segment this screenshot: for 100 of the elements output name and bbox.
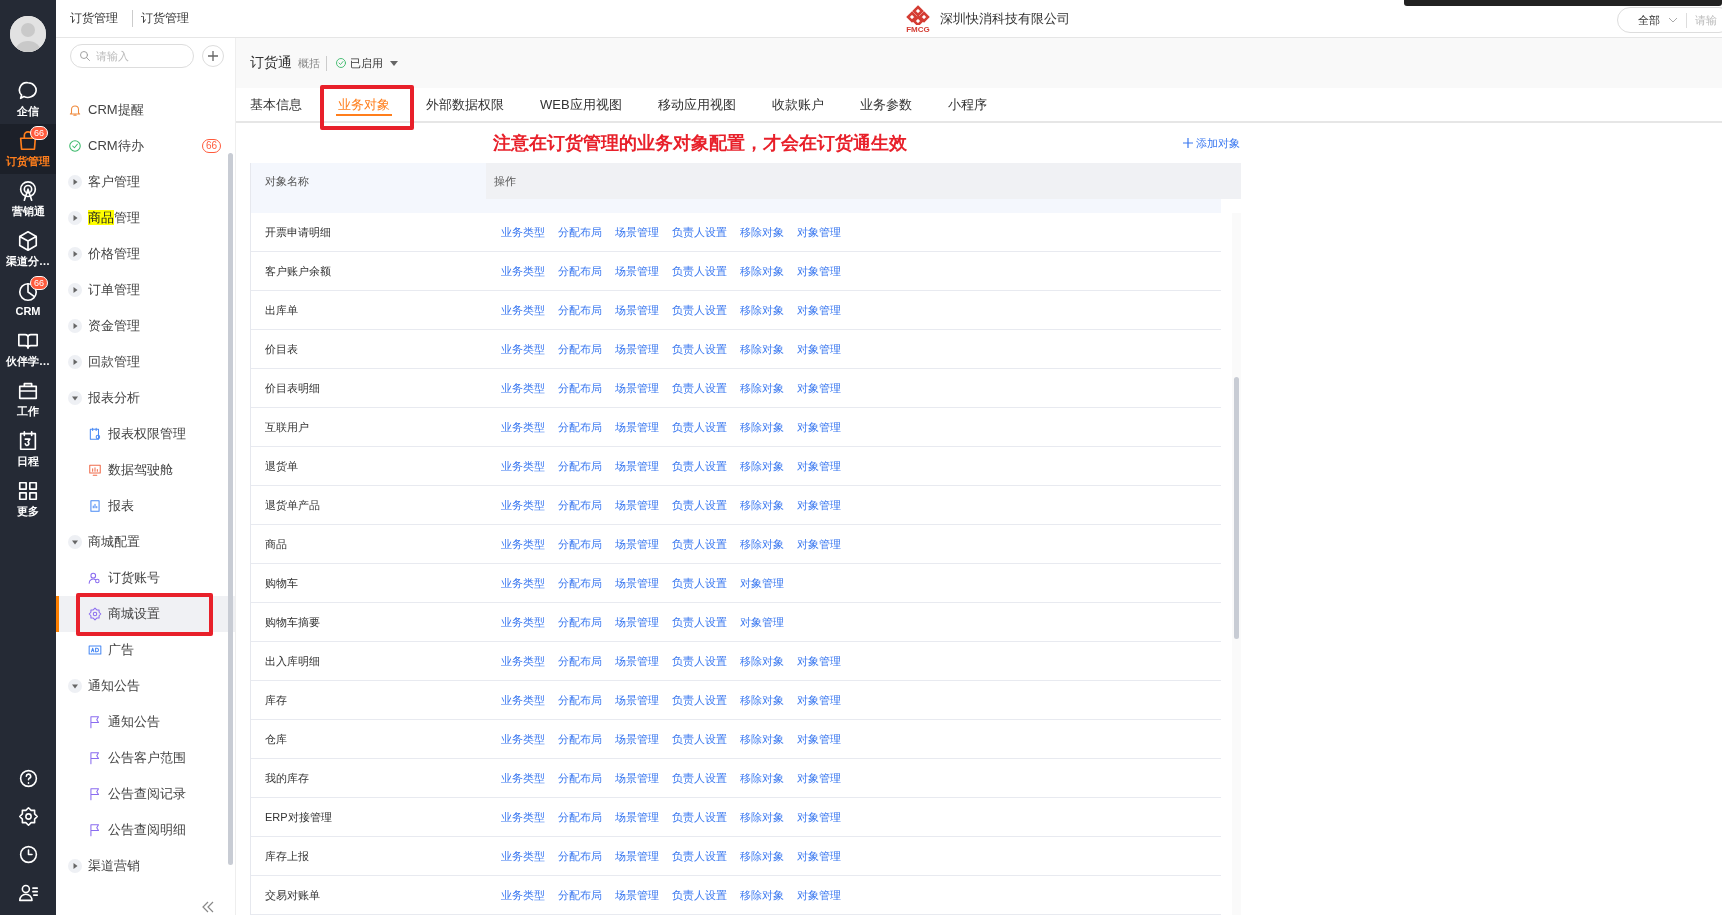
action-link[interactable]: 场景管理 [615, 887, 659, 903]
action-link[interactable]: 场景管理 [615, 224, 659, 240]
breadcrumb[interactable]: 订货管理 [132, 10, 189, 27]
action-link[interactable]: 对象管理 [797, 731, 841, 747]
nav-item[interactable]: 企信 [0, 74, 56, 124]
action-link[interactable]: 移除对象 [740, 419, 784, 435]
action-link[interactable]: 业务类型 [501, 887, 545, 903]
action-link[interactable]: 对象管理 [797, 302, 841, 318]
sidebar-item[interactable]: 资金管理 [56, 308, 235, 344]
action-link[interactable]: 移除对象 [740, 497, 784, 513]
action-link[interactable]: 业务类型 [501, 653, 545, 669]
caret-right-icon[interactable] [68, 319, 82, 333]
sidebar-item[interactable]: 回款管理 [56, 344, 235, 380]
action-link[interactable]: 分配布局 [558, 536, 602, 552]
action-link[interactable]: 分配布局 [558, 380, 602, 396]
nav-item[interactable]: 营销通 [0, 174, 56, 224]
action-link[interactable]: 负责人设置 [672, 224, 727, 240]
action-link[interactable]: 场景管理 [615, 302, 659, 318]
action-link[interactable]: 场景管理 [615, 497, 659, 513]
action-link[interactable]: 负责人设置 [672, 614, 727, 630]
action-link[interactable]: 负责人设置 [672, 692, 727, 708]
action-link[interactable]: 业务类型 [501, 224, 545, 240]
action-link[interactable]: 负责人设置 [672, 809, 727, 825]
action-link[interactable]: 场景管理 [615, 380, 659, 396]
tab[interactable]: 小程序 [929, 88, 1005, 121]
action-link[interactable]: 对象管理 [797, 770, 841, 786]
caret-right-icon[interactable] [68, 211, 82, 225]
action-link[interactable]: 负责人设置 [672, 887, 727, 903]
tab[interactable]: 基本信息 [250, 88, 320, 121]
action-link[interactable]: 对象管理 [797, 419, 841, 435]
add-button[interactable] [202, 45, 224, 67]
caret-right-icon[interactable] [68, 355, 82, 369]
sidebar-item[interactable]: 商品管理 [56, 200, 235, 236]
action-link[interactable]: 负责人设置 [672, 263, 727, 279]
action-link[interactable]: 对象管理 [797, 341, 841, 357]
action-link[interactable]: 业务类型 [501, 614, 545, 630]
caret-right-icon[interactable] [68, 859, 82, 873]
action-link[interactable]: 负责人设置 [672, 380, 727, 396]
action-link[interactable]: 对象管理 [740, 614, 784, 630]
action-link[interactable]: 场景管理 [615, 341, 659, 357]
tab[interactable]: 业务参数 [841, 88, 930, 121]
action-link[interactable]: 对象管理 [797, 809, 841, 825]
action-link[interactable]: 场景管理 [615, 731, 659, 747]
action-link[interactable]: 业务类型 [501, 770, 545, 786]
sidebar-item[interactable]: CRM提醒 [56, 92, 235, 128]
action-link[interactable]: 场景管理 [615, 419, 659, 435]
sidebar-item[interactable]: 通知公告 [56, 668, 235, 704]
tab[interactable]: 业务对象 [320, 88, 408, 121]
action-link[interactable]: 移除对象 [740, 809, 784, 825]
caret-down-icon[interactable] [68, 535, 82, 549]
action-link[interactable]: 对象管理 [740, 575, 784, 591]
contacts-icon[interactable] [17, 882, 39, 903]
collapse-icon[interactable] [201, 901, 215, 913]
action-link[interactable]: 负责人设置 [672, 458, 727, 474]
nav-item[interactable]: 更多 [0, 474, 56, 524]
action-link[interactable]: 业务类型 [501, 341, 545, 357]
action-link[interactable]: 对象管理 [797, 692, 841, 708]
action-link[interactable]: 场景管理 [615, 614, 659, 630]
sidebar-item[interactable]: 广告 [56, 632, 235, 668]
action-link[interactable]: 业务类型 [501, 731, 545, 747]
action-link[interactable]: 移除对象 [740, 263, 784, 279]
sidebar-item[interactable]: 报表 [56, 488, 235, 524]
tab[interactable]: WEB应用视图 [522, 88, 640, 121]
sidebar-item[interactable]: 数据驾驶舱 [56, 452, 235, 488]
action-link[interactable]: 对象管理 [797, 848, 841, 864]
action-link[interactable]: 业务类型 [501, 302, 545, 318]
action-link[interactable]: 业务类型 [501, 497, 545, 513]
clock-icon[interactable] [17, 844, 39, 865]
nav-item[interactable]: 订货管理 66 [0, 124, 56, 174]
settings-icon[interactable] [17, 806, 39, 827]
action-link[interactable]: 分配布局 [558, 458, 602, 474]
sidebar-item[interactable]: 商城配置 [56, 524, 235, 560]
caret-down-icon[interactable] [68, 391, 82, 405]
caret-right-icon[interactable] [68, 175, 82, 189]
sidebar-item[interactable]: 公告查阅明细 [56, 812, 235, 848]
action-link[interactable]: 对象管理 [797, 497, 841, 513]
action-link[interactable]: 分配布局 [558, 887, 602, 903]
add-object-link[interactable]: 添加对象 [1183, 135, 1240, 151]
action-link[interactable]: 负责人设置 [672, 770, 727, 786]
action-link[interactable]: 分配布局 [558, 575, 602, 591]
action-link[interactable]: 对象管理 [797, 653, 841, 669]
nav-item[interactable]: CRM 66 [0, 274, 56, 324]
action-link[interactable]: 对象管理 [797, 263, 841, 279]
action-link[interactable]: 场景管理 [615, 809, 659, 825]
action-link[interactable]: 业务类型 [501, 809, 545, 825]
action-link[interactable]: 场景管理 [615, 575, 659, 591]
action-link[interactable]: 移除对象 [740, 653, 784, 669]
overview-link[interactable]: 概括 [298, 55, 327, 71]
nav-item[interactable]: 工作 [0, 374, 56, 424]
scrollbar[interactable] [228, 153, 233, 865]
action-link[interactable]: 业务类型 [501, 848, 545, 864]
action-link[interactable]: 分配布局 [558, 419, 602, 435]
status-dropdown[interactable]: 已启用 [333, 55, 398, 71]
scrollbar[interactable] [1234, 377, 1239, 639]
sidebar-item[interactable]: 公告查阅记录 [56, 776, 235, 812]
action-link[interactable]: 业务类型 [501, 263, 545, 279]
tab[interactable]: 收款账户 [753, 88, 842, 121]
action-link[interactable]: 分配布局 [558, 614, 602, 630]
help-icon[interactable] [17, 768, 39, 789]
nav-item[interactable]: 伙伴学… [0, 324, 56, 374]
